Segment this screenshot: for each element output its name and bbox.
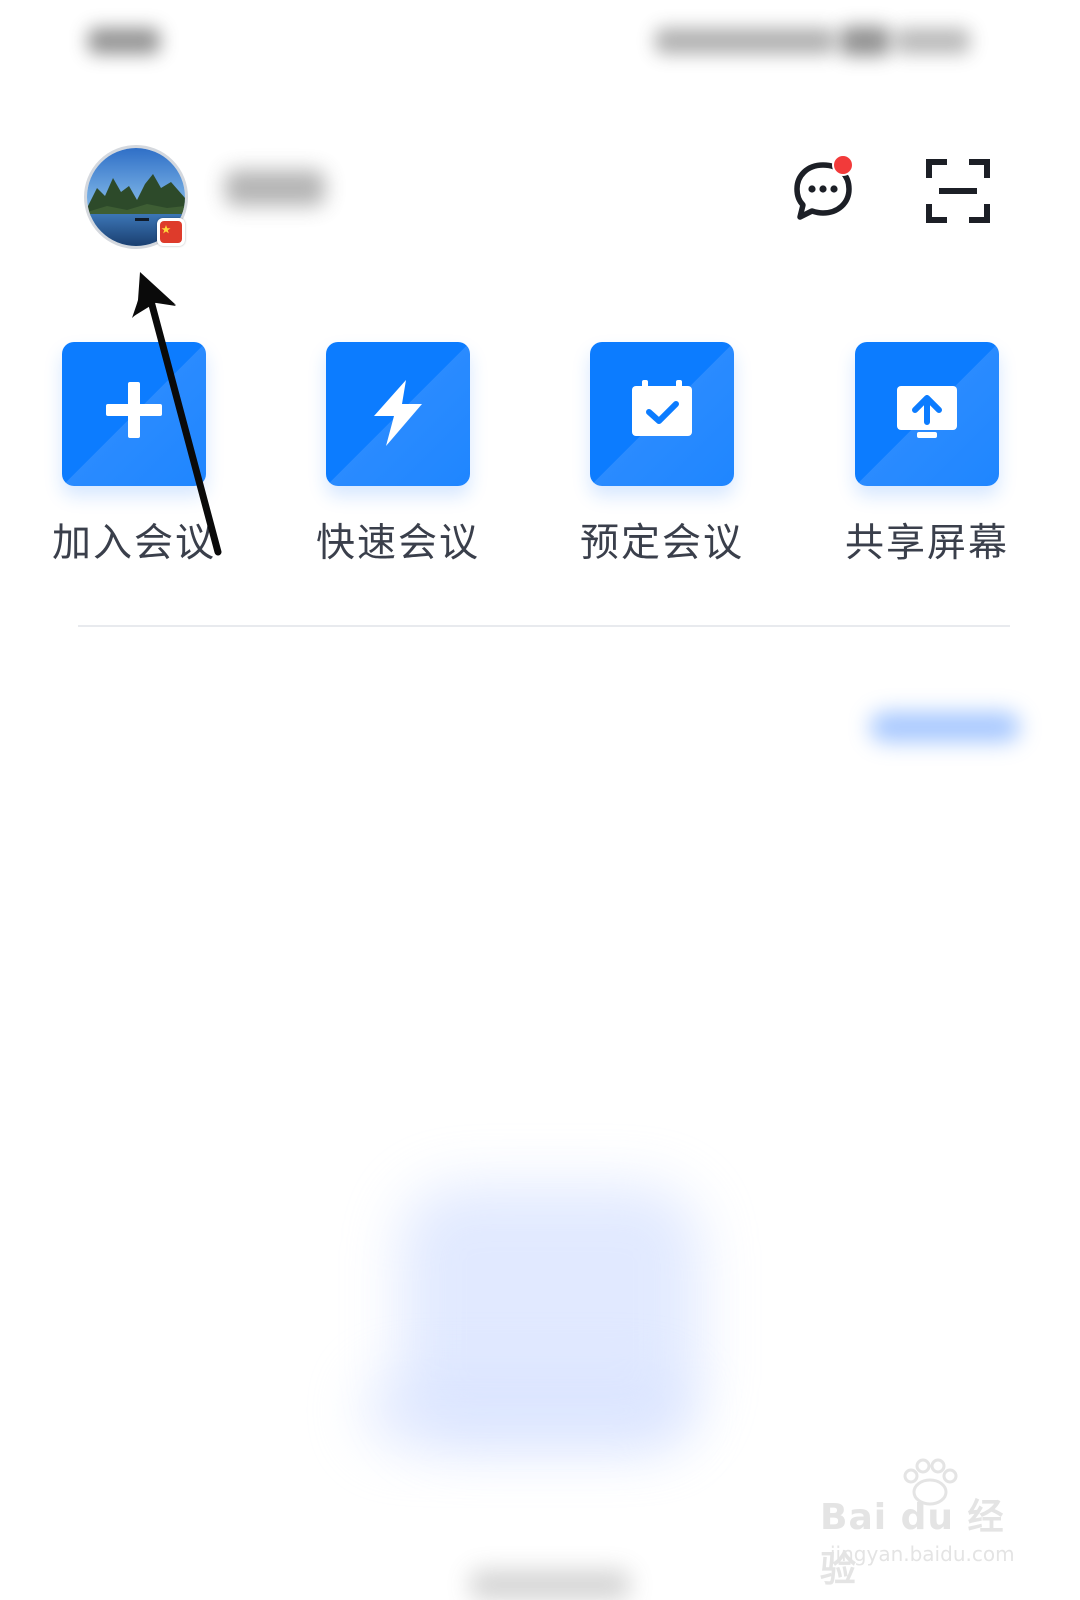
schedule-meeting-tile[interactable] — [590, 342, 734, 486]
share-screen-button[interactable]: 共享屏幕 — [837, 342, 1017, 572]
watermark-url: jingyan.baidu.com — [830, 1542, 1015, 1566]
blurred-link[interactable] — [870, 712, 1020, 742]
quick-meeting-button[interactable]: 快速会议 — [308, 342, 488, 572]
watermark-brand: Bai du 经验 — [820, 1497, 1005, 1590]
status-battery-blur — [840, 26, 890, 56]
schedule-meeting-button[interactable]: 预定会议 — [572, 342, 752, 572]
quick-meeting-label: 快速会议 — [315, 521, 480, 566]
avatar-badge — [157, 218, 185, 246]
notification-dot — [832, 154, 854, 176]
join-meeting-label: 加入会议 — [51, 521, 216, 566]
blurred-bottom-text — [470, 1570, 630, 1600]
status-bar — [0, 0, 1080, 90]
calendar-check-icon — [632, 380, 692, 436]
chat-bubble-icon — [794, 154, 854, 220]
empty-state-illustration-base — [360, 1370, 690, 1450]
status-time-blur — [88, 28, 160, 54]
schedule-meeting-label: 预定会议 — [579, 521, 744, 566]
share-screen-label: 共享屏幕 — [844, 521, 1009, 566]
lightning-icon — [374, 380, 422, 446]
status-extra-blur — [895, 28, 970, 54]
flag-icon — [160, 221, 182, 243]
username-blur[interactable] — [225, 170, 325, 206]
join-meeting-tile[interactable] — [62, 342, 206, 486]
scan-icon — [926, 159, 990, 223]
divider — [78, 625, 1010, 627]
share-screen-tile[interactable] — [855, 342, 999, 486]
message-button[interactable] — [790, 154, 860, 225]
status-icons-blur — [655, 28, 835, 54]
join-meeting-button[interactable]: 加入会议 — [44, 342, 224, 572]
plus-icon — [106, 382, 162, 438]
scan-button[interactable] — [925, 158, 991, 224]
quick-meeting-tile[interactable] — [326, 342, 470, 486]
watermark: Bai du 经验 jingyan.baidu.com — [820, 1458, 1020, 1590]
screen-share-icon — [897, 386, 957, 438]
